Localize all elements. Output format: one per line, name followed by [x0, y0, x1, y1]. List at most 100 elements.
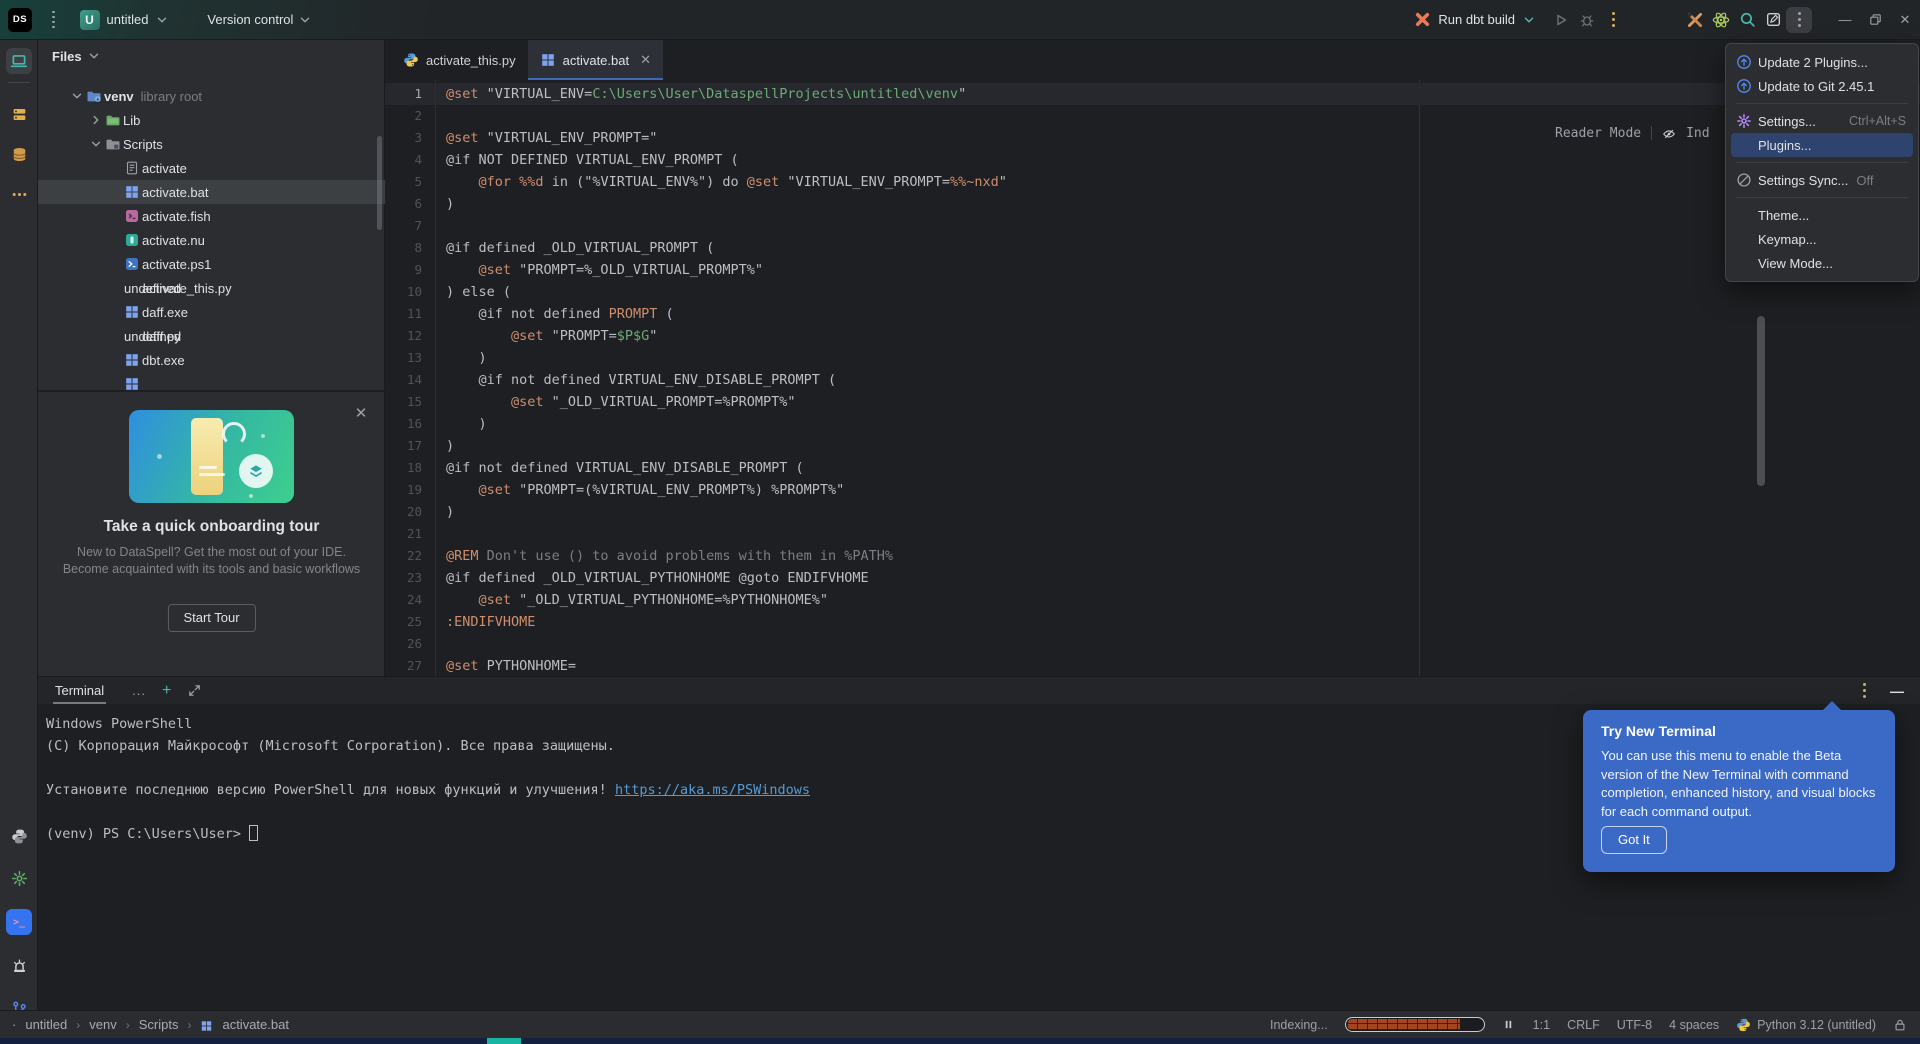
breadcrumb-item[interactable]: untitled [25, 1017, 67, 1032]
search-everywhere-icon[interactable] [1734, 7, 1760, 33]
menu-item-suffix: Off [1856, 173, 1873, 188]
window-close-button[interactable]: ✕ [1890, 6, 1920, 34]
project-widget[interactable]: U untitled [74, 6, 176, 34]
code-token: @if not defined VIRTUAL_ENV_DISABLE_PROM… [446, 372, 836, 388]
tree-item-activate[interactable]: activate [38, 156, 385, 180]
more-tabs-icon[interactable]: ... [132, 683, 146, 698]
code-line: ) [436, 435, 1920, 457]
code-line: @set "_OLD_VIRTUAL_PROMPT=%PROMPT%" [436, 391, 1920, 413]
breadcrumb-item[interactable]: venv [89, 1017, 116, 1032]
terminal-tool-icon[interactable]: >_ [6, 909, 32, 935]
files-panel-header[interactable]: Files [38, 40, 384, 72]
settings-tool-icon[interactable] [6, 865, 32, 891]
tree-item-activate_this.py[interactable]: undefinedactivate_this.py [38, 276, 385, 300]
menu-item-settings-sync-[interactable]: Settings Sync... Off [1731, 168, 1913, 192]
tree-item-Lib[interactable]: Lib [38, 108, 385, 132]
feedback-icon[interactable] [1760, 7, 1786, 33]
database-tool-icon[interactable] [6, 141, 32, 167]
more-tools-icon[interactable] [6, 181, 32, 207]
project-tool-icon[interactable] [6, 48, 32, 74]
menu-item-keymap-[interactable]: Keymap... [1731, 227, 1913, 251]
terminal-tab[interactable]: Terminal [53, 677, 106, 704]
gear-purple-icon [1736, 113, 1758, 129]
science-icon[interactable] [1708, 7, 1734, 33]
tree-item-daff.exe[interactable]: daff.exe [38, 300, 385, 324]
got-it-button[interactable]: Got It [1601, 826, 1667, 854]
menu-item-view-mode-[interactable]: View Mode... [1731, 251, 1913, 275]
interpreter-widget[interactable]: Python 3.12 (untitled) [1736, 1017, 1876, 1032]
chevron-down-icon[interactable] [68, 88, 86, 104]
new-terminal-tab-button[interactable]: + [162, 683, 171, 699]
tab-activate_this.py[interactable]: activate_this.py [391, 40, 528, 80]
chevron-right-icon[interactable] [87, 112, 105, 128]
code-line: @if not defined VIRTUAL_ENV_DISABLE_PROM… [436, 457, 1920, 479]
hide-panel-icon[interactable]: — [1890, 683, 1904, 699]
indent-widget[interactable]: 4 spaces [1669, 1018, 1719, 1032]
close-icon[interactable]: ✕ [353, 406, 369, 422]
run-more-icon[interactable] [1600, 7, 1626, 33]
close-tab-icon[interactable]: ✕ [640, 52, 651, 68]
maximize-panel-icon[interactable] [187, 683, 202, 698]
run-button[interactable] [1548, 7, 1574, 33]
python-console-icon[interactable] [6, 823, 32, 849]
problems-tool-icon[interactable] [6, 953, 32, 979]
start-tour-button[interactable]: Start Tour [167, 604, 255, 632]
editor-body[interactable]: 1234567891011121314151617181920212223242… [385, 80, 1920, 676]
tree-item-dbt.exe[interactable]: dbt.exe [38, 348, 385, 372]
line-separator-widget[interactable]: CRLF [1567, 1018, 1600, 1032]
line-number: 18 [385, 457, 435, 479]
code-content[interactable]: @set "VIRTUAL_ENV=C:\Users\User\Dataspel… [436, 83, 1920, 676]
terminal-link[interactable]: https://aka.ms/PSWindows [615, 782, 810, 798]
python-file-icon [403, 52, 419, 68]
menu-item-theme-[interactable]: Theme... [1731, 203, 1913, 227]
tree-scrollbar[interactable] [377, 136, 382, 230]
tree-item-Scripts[interactable]: Scripts [38, 132, 385, 156]
more-options-icon[interactable] [1786, 7, 1812, 33]
window-restore-button[interactable] [1860, 6, 1890, 34]
menu-item-plugins-[interactable]: Plugins... [1731, 133, 1913, 157]
code-token: @set [511, 394, 544, 410]
encoding-widget[interactable]: UTF-8 [1617, 1018, 1652, 1032]
tree-item-daff.py[interactable]: undefineddaff.py [38, 324, 385, 348]
tree-item-label: venv [104, 89, 134, 104]
editor-scrollbar[interactable] [1757, 316, 1765, 486]
file-win-icon [124, 376, 142, 390]
build-tools-icon[interactable] [1682, 7, 1708, 33]
code-token: @if NOT DEFINED VIRTUAL_ENV_PROMPT ( [446, 152, 739, 168]
breadcrumb-item[interactable]: activate.bat [222, 1017, 289, 1032]
caret-position-widget[interactable]: 1:1 [1533, 1018, 1550, 1032]
tree-item-activate.bat[interactable]: activate.bat [38, 180, 385, 204]
windows-file-icon [200, 1018, 213, 1031]
breadcrumb-item[interactable]: Scripts [139, 1017, 179, 1032]
run-configuration-widget[interactable]: Run dbt build [1414, 11, 1536, 28]
menu-item-update-to-git-2-45-1[interactable]: Update to Git 2.45.1 [1731, 74, 1913, 98]
tree-item-activate.nu[interactable]: activate.nu [38, 228, 385, 252]
chevron-down-icon[interactable] [87, 136, 105, 152]
reader-mode-toggle[interactable]: Reader Mode [1555, 126, 1641, 141]
tree-item-hint: library root [141, 89, 202, 104]
line-number: 21 [385, 523, 435, 545]
tree-item-activate.ps1[interactable]: activate.ps1 [38, 252, 385, 276]
vcs-widget[interactable]: Version control [201, 8, 318, 31]
tree-item-partial[interactable] [38, 372, 385, 390]
tab-activate.bat[interactable]: activate.bat✕ [528, 40, 663, 80]
notebooks-tool-icon[interactable] [6, 101, 32, 127]
eye-slash-icon[interactable] [1662, 126, 1676, 140]
code-line: @set "PROMPT=%_OLD_VIRTUAL_PROMPT%" [436, 259, 1920, 281]
window-minimize-button[interactable]: — [1830, 6, 1860, 34]
lock-icon[interactable] [1893, 1017, 1908, 1032]
main-menu-icon[interactable] [48, 7, 59, 33]
debug-button[interactable] [1574, 7, 1600, 33]
menu-item-label: Settings Sync... [1758, 173, 1848, 188]
code-token: @REM [446, 548, 479, 564]
file-ps1-icon [124, 256, 142, 272]
terminal-options-icon[interactable] [1863, 683, 1866, 698]
chevron-spacer [106, 376, 124, 390]
code-line: @set "_OLD_VIRTUAL_PYTHONHOME=%PYTHONHOM… [436, 589, 1920, 611]
menu-item-update-2-plugins-[interactable]: Update 2 Plugins... [1731, 50, 1913, 74]
menu-item-label: Theme... [1758, 208, 1809, 223]
menu-item-settings-[interactable]: Settings...Ctrl+Alt+S [1731, 109, 1913, 133]
pause-indexing-icon[interactable] [1502, 1018, 1516, 1032]
tree-item-venv[interactable]: venv library root [38, 84, 385, 108]
tree-item-activate.fish[interactable]: activate.fish [38, 204, 385, 228]
